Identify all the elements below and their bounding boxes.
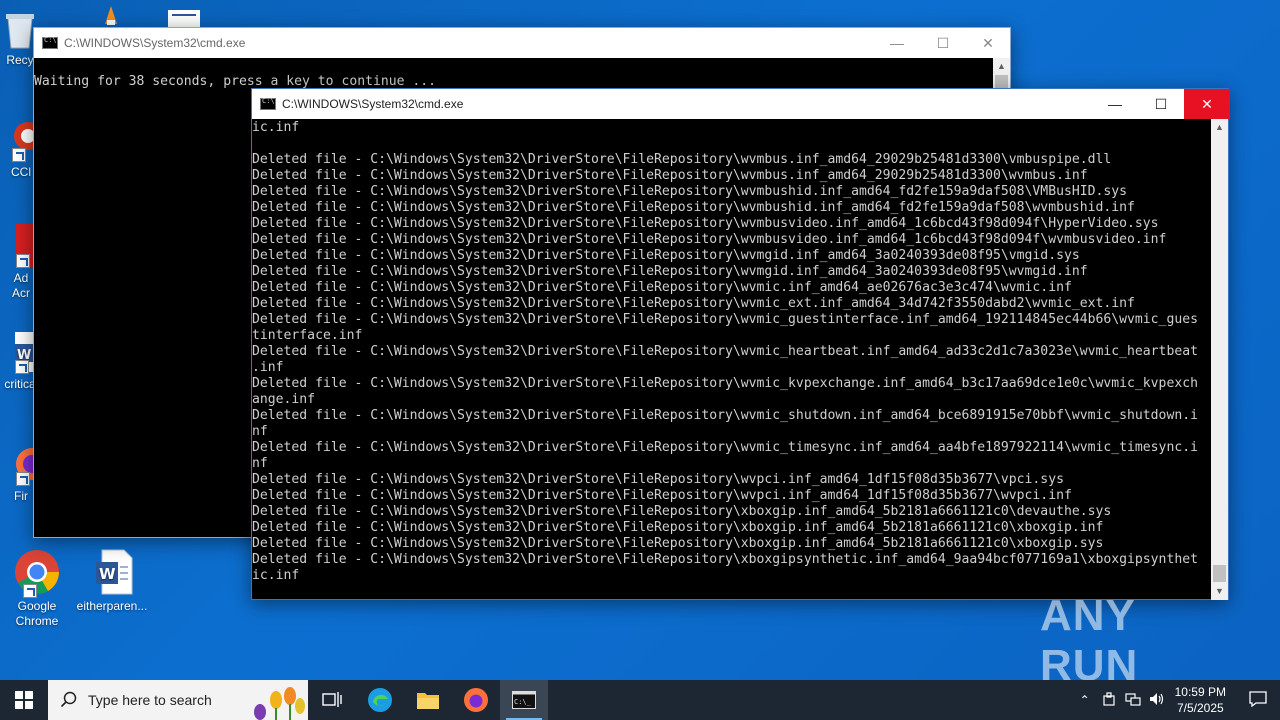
desktop-icon-google-chrome[interactable]: Google Chrome [0, 548, 74, 629]
vertical-scrollbar[interactable]: ▲ [993, 58, 1010, 89]
system-tray: ⌃ 10:59 PM 7/5/2025 [1073, 680, 1280, 720]
console-line: Deleted file - C:\Windows\System32\Drive… [252, 168, 1088, 183]
console-line: Deleted file - C:\Windows\System32\Drive… [252, 504, 1112, 519]
close-button[interactable]: ✕ [1184, 89, 1230, 119]
console-line: Deleted file - C:\Windows\System32\Drive… [252, 472, 1064, 487]
cmd-icon [42, 36, 58, 49]
taskbar-edge[interactable] [356, 680, 404, 720]
anyrun-watermark: ANY RUN [1040, 591, 1232, 690]
console-line: Deleted file - C:\Windows\System32\Drive… [252, 280, 1072, 295]
console-line: ic.inf [252, 120, 300, 135]
volume-icon[interactable] [1145, 692, 1169, 709]
recycle-bin-icon [3, 8, 37, 50]
task-view-button[interactable] [308, 680, 356, 720]
ccleaner-icon [6, 122, 42, 162]
watermark-text: ANY RUN [1040, 591, 1139, 690]
taskbar-file-explorer[interactable] [404, 680, 452, 720]
installer-icon [101, 4, 121, 26]
console-line: Deleted file - C:\Windows\System32\Drive… [252, 440, 1198, 455]
console-line: Deleted file - C:\Windows\System32\Drive… [252, 312, 1198, 327]
start-button[interactable] [0, 680, 48, 720]
console-line: tinterface.inf [252, 328, 363, 343]
task-view-icon [322, 692, 342, 707]
console-line: Deleted file - C:\Windows\System32\Drive… [252, 248, 1080, 263]
console-line: Deleted file - C:\Windows\System32\Drive… [252, 232, 1167, 247]
close-button[interactable]: ✕ [965, 28, 1011, 58]
console-line: Deleted file - C:\Windows\System32\Drive… [252, 200, 1135, 215]
cmd-icon: C:\_ [512, 691, 536, 709]
vertical-scrollbar[interactable]: ▲ ▼ [1211, 119, 1228, 600]
console-line: Deleted file - C:\Windows\System32\Drive… [252, 408, 1198, 423]
word-document-icon: W [88, 548, 136, 596]
windows-start-icon [15, 691, 33, 709]
edge-icon [368, 688, 392, 712]
desktop-icon-label: eitherparen... [76, 599, 148, 613]
desktop-icon-label: Google Chrome [15, 599, 59, 628]
console-line: nf [252, 424, 268, 439]
notification-icon[interactable] [1236, 690, 1280, 710]
chrome-icon [13, 548, 61, 598]
clock-date: 7/5/2025 [1176, 701, 1224, 715]
maximize-button[interactable]: ☐ [920, 28, 966, 58]
maximize-button[interactable]: ☐ [1138, 89, 1184, 119]
file-explorer-icon [417, 693, 439, 709]
scroll-up-icon[interactable]: ▲ [993, 58, 1010, 75]
shortcut-arrow-icon [12, 148, 26, 162]
console-line: Deleted file - C:\Windows\System32\Drive… [252, 264, 1088, 279]
title-bar[interactable]: C:\WINDOWS\System32\cmd.exe — ☐ ✕ [34, 28, 1010, 58]
console-line: Deleted file - C:\Windows\System32\Drive… [252, 552, 1198, 567]
console-line: Deleted file - C:\Windows\System32\Drive… [252, 536, 1104, 551]
network-icon[interactable] [1121, 692, 1145, 709]
svg-text:W: W [99, 565, 116, 583]
shortcut-arrow-icon [16, 254, 30, 268]
console-line: Deleted file - C:\Windows\System32\Drive… [252, 216, 1159, 231]
console-line: Deleted file - C:\Windows\System32\Drive… [252, 184, 1128, 199]
console-line: .inf [252, 360, 284, 375]
svg-text:C:\_: C:\_ [514, 698, 532, 706]
taskbar-search-box[interactable]: Type here to search [48, 680, 308, 720]
minimize-button[interactable]: — [1092, 89, 1138, 119]
scrollbar-thumb[interactable] [1213, 565, 1226, 582]
console-line: Deleted file - C:\Windows\System32\Drive… [252, 152, 1112, 167]
desktop-icon-either-parent[interactable]: W eitherparen... [74, 548, 150, 614]
taskbar-cmd[interactable]: C:\_ [500, 680, 548, 720]
cmd-icon [260, 97, 276, 110]
console-line: nf [252, 456, 268, 471]
taskbar-firefox[interactable] [452, 680, 500, 720]
console-line: Deleted file - C:\Windows\System32\Drive… [252, 376, 1198, 391]
search-highlight-flowers-icon [254, 687, 305, 720]
scroll-up-icon[interactable]: ▲ [1211, 119, 1228, 136]
search-placeholder: Type here to search [88, 692, 212, 708]
scrollbar-thumb[interactable] [995, 75, 1008, 89]
desktop-icon-top-2[interactable] [96, 4, 126, 29]
console-line: Deleted file - C:\Windows\System32\Drive… [252, 488, 1072, 503]
word-document-icon: W [3, 330, 37, 374]
adobe-acrobat-icon [6, 222, 38, 268]
document-icon [164, 8, 204, 28]
clock[interactable]: 10:59 PM 7/5/2025 [1175, 684, 1226, 716]
shortcut-arrow-icon [23, 584, 37, 598]
console-line: Deleted file - C:\Windows\System32\Drive… [252, 344, 1198, 359]
firefox-icon [6, 444, 48, 486]
console-line: Deleted file - C:\Windows\System32\Drive… [252, 520, 1104, 535]
window-title: C:\WINDOWS\System32\cmd.exe [282, 97, 464, 111]
console-output[interactable]: ic.inf Deleted file - C:\Windows\System3… [252, 120, 1212, 600]
shortcut-arrow-icon [16, 472, 30, 486]
console-line: ange.inf [252, 392, 316, 407]
window-title: C:\WINDOWS\System32\cmd.exe [64, 36, 246, 50]
minimize-button[interactable]: — [874, 28, 920, 58]
taskbar: Type here to search C:\_ ⌃ 10:59 PM 7/5/… [0, 680, 1280, 720]
console-line: ic.inf [252, 568, 300, 583]
search-icon [60, 691, 77, 708]
chevron-up-icon[interactable]: ⌃ [1073, 693, 1097, 707]
cmd-window-foreground[interactable]: C:\WINDOWS\System32\cmd.exe — ☐ ✕ ic.inf… [251, 88, 1230, 600]
console-line: Deleted file - C:\Windows\System32\Drive… [252, 296, 1135, 311]
title-bar[interactable]: C:\WINDOWS\System32\cmd.exe — ☐ ✕ [252, 89, 1230, 119]
security-icon[interactable] [1097, 691, 1121, 709]
firefox-icon [464, 688, 488, 712]
clock-time: 10:59 PM [1174, 685, 1226, 699]
shortcut-arrow-icon [15, 360, 29, 374]
